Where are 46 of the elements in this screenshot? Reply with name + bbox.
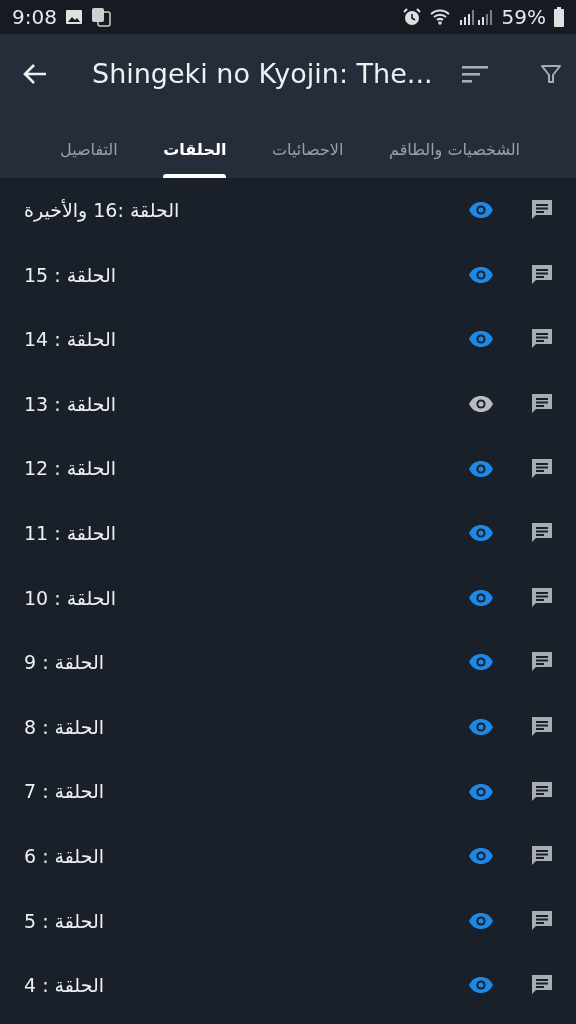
eye-icon[interactable] — [468, 395, 494, 414]
alarm-icon — [401, 7, 422, 27]
eye-icon[interactable] — [468, 265, 494, 284]
eye-icon[interactable] — [468, 201, 494, 220]
eye-icon[interactable] — [468, 588, 494, 607]
signal-icon — [457, 8, 494, 26]
tab[interactable]: التفاصيل — [60, 114, 118, 178]
sort-icon[interactable] — [462, 64, 488, 84]
eye-icon[interactable] — [468, 718, 494, 737]
back-arrow-icon[interactable] — [22, 62, 48, 86]
eye-icon[interactable] — [468, 459, 494, 478]
app-bar-title: Shingeki no Kyojin: The... — [92, 56, 433, 91]
comment-icon[interactable] — [530, 456, 554, 481]
eye-icon[interactable] — [468, 847, 494, 866]
eye-icon[interactable] — [468, 653, 494, 672]
tab[interactable]: الاحصائيات — [272, 114, 344, 178]
episode-title: الحلقة : 4 — [24, 973, 104, 999]
eye-icon[interactable] — [468, 911, 494, 930]
eye-icon[interactable] — [468, 524, 494, 543]
episode-title: الحلقة : 11 — [24, 521, 117, 546]
tab[interactable]: الحلقات — [163, 114, 227, 178]
tab[interactable]: الشخصيات والطاقم — [389, 114, 520, 178]
episode-title: الحلقة : 9 — [24, 650, 104, 676]
battery-percent: 59% — [501, 4, 546, 31]
episode-title: الحلقة : 12 — [24, 456, 117, 482]
status-time: 9:08 — [12, 4, 57, 31]
eye-icon[interactable] — [468, 782, 494, 801]
wifi-icon — [429, 8, 450, 26]
episode-title: الحلقة : 5 — [24, 908, 104, 934]
episode-title: الحلقة : 8 — [24, 714, 104, 740]
episode-title: الحلقة : 13 — [24, 391, 117, 417]
battery-icon — [554, 7, 564, 27]
comment-icon[interactable] — [530, 779, 554, 804]
episode-title: الحلقة : 14 — [24, 327, 117, 353]
eye-icon[interactable] — [468, 330, 494, 349]
comment-icon[interactable] — [530, 262, 554, 287]
comment-icon[interactable] — [530, 585, 554, 610]
episode-title: الحلقة : 15 — [24, 262, 117, 288]
filter-icon[interactable] — [540, 63, 562, 85]
eye-icon[interactable] — [468, 976, 494, 995]
image-icon — [64, 9, 83, 25]
episode-title: الحلقة : 7 — [24, 779, 104, 805]
episode-title: الحلقة :16 والأخيرة — [24, 198, 180, 224]
comment-icon[interactable] — [530, 908, 554, 933]
episode-title: الحلقة : 6 — [24, 844, 104, 869]
episode-title: الحلقة : 10 — [24, 585, 117, 611]
